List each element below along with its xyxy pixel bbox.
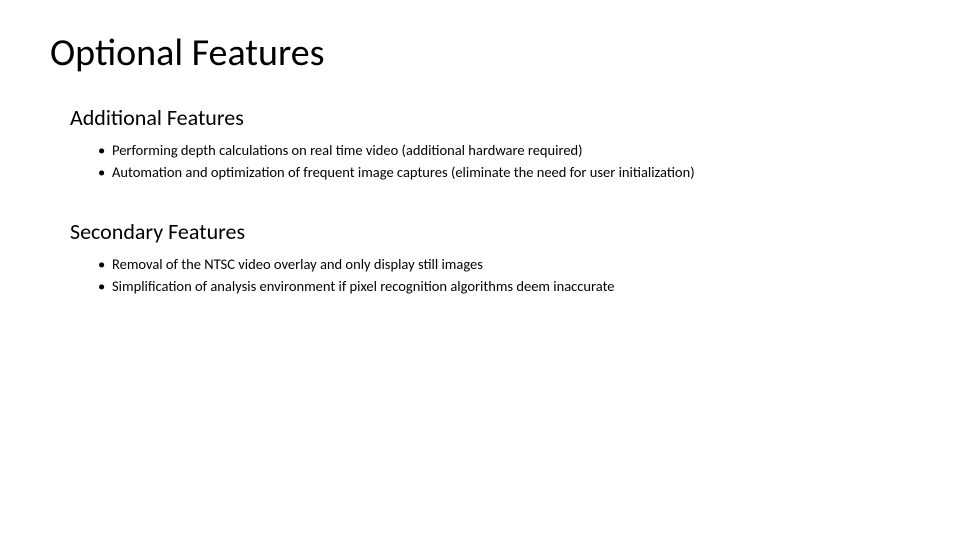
slide-title: Optional Features: [50, 30, 910, 76]
list-item: Simplification of analysis environment i…: [98, 277, 910, 297]
bullet-list: Removal of the NTSC video overlay and on…: [70, 255, 910, 296]
section-heading: Secondary Features: [70, 218, 910, 245]
section-secondary: Secondary Features Removal of the NTSC v…: [50, 218, 910, 296]
bullet-list: Performing depth calculations on real ti…: [70, 141, 910, 182]
list-item: Performing depth calculations on real ti…: [98, 141, 910, 161]
slide-container: Optional Features Additional Features Pe…: [0, 0, 960, 362]
section-heading: Additional Features: [70, 104, 910, 131]
list-item: Removal of the NTSC video overlay and on…: [98, 255, 910, 275]
section-additional: Additional Features Performing depth cal…: [50, 104, 910, 182]
list-item: Automation and optimization of frequent …: [98, 163, 910, 183]
